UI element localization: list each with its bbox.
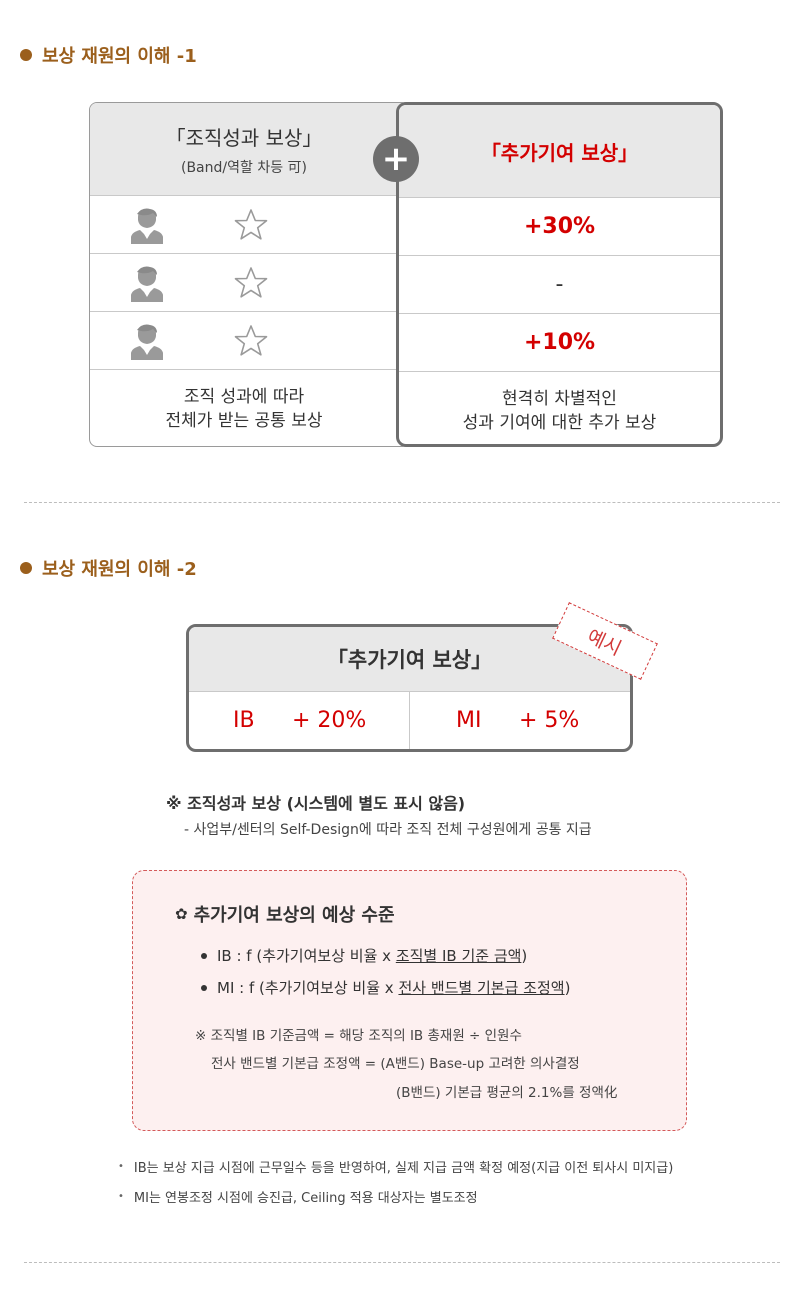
gear-icon: ✿ bbox=[175, 905, 188, 923]
section2-title-text: 보상 재원의 이해 -2 bbox=[42, 559, 197, 580]
org-performance-subtitle: (Band/역할 차등 可) bbox=[180, 159, 307, 176]
expected-level-box: ✿ 추가기여 보상의 예상 수준 IB : f (추가기여보상 비율 x 조직별… bbox=[132, 870, 687, 1131]
member-row bbox=[90, 196, 408, 254]
bottom-note: • IB는 보상 지급 시점에 근무일수 등을 반영하여, 실제 지급 금액 확… bbox=[118, 1157, 673, 1176]
additional-contribution-footer-line1: 현격히 차별적인 bbox=[502, 389, 617, 409]
bullet-dot-icon bbox=[20, 562, 32, 574]
mi-formula: MI : f (추가기여보상 비율 x 전사 밴드별 기본급 조정액 ) bbox=[201, 977, 570, 998]
ib-formula: IB : f (추가기여보상 비율 x 조직별 IB 기준 금액 ) bbox=[201, 945, 527, 966]
ib-cell: IB + 20% bbox=[189, 692, 410, 749]
mi-label: MI bbox=[456, 708, 482, 733]
contribution-rate-row: - bbox=[399, 256, 720, 314]
section1-comparison: 「조직성과 보상」 (Band/역할 차등 可) 조직 성과에 따라 전체가 받… bbox=[89, 102, 723, 447]
section2-title: 보상 재원의 이해 -2 bbox=[20, 555, 197, 581]
star-outline-icon bbox=[234, 209, 268, 240]
ib-formula-prefix: IB : f (추가기여보상 비율 x bbox=[217, 947, 396, 965]
bullet-dot-icon bbox=[20, 49, 32, 61]
mi-formula-prefix: MI : f (추가기여보상 비율 x bbox=[217, 979, 399, 997]
org-performance-header: 「조직성과 보상」 (Band/역할 차등 可) bbox=[90, 103, 408, 196]
ib-formula-base: 조직별 IB 기준 금액 bbox=[395, 947, 522, 965]
additional-contribution-box: 「추가기여 보상」 +30% - +10% 현격히 차별적인 성과 기여에 대한… bbox=[396, 102, 723, 447]
mi-formula-base: 전사 밴드별 기본급 조정액 bbox=[398, 979, 565, 997]
mi-cell: MI + 5% bbox=[410, 692, 630, 749]
bullet-dot-icon: • bbox=[118, 1191, 124, 1202]
expected-level-title-text: 추가기여 보상의 예상 수준 bbox=[193, 905, 395, 926]
org-performance-box: 「조직성과 보상」 (Band/역할 차등 可) 조직 성과에 따라 전체가 받… bbox=[89, 102, 409, 447]
bullet-dot-icon bbox=[201, 952, 207, 959]
plus-icon: + bbox=[373, 136, 419, 182]
band-adjustment-note-b: (B밴드) 기본급 평균의 2.1%를 정액化 bbox=[396, 1085, 618, 1101]
additional-contribution-header: 「추가기여 보상」 bbox=[399, 105, 720, 198]
additional-contribution-footer-line2: 성과 기여에 대한 추가 보상 bbox=[462, 413, 657, 433]
ib-value: + 20% bbox=[292, 708, 367, 733]
section-divider bbox=[24, 502, 780, 503]
band-adjustment-note-a: 전사 밴드별 기본급 조정액 = (A밴드) Base-up 고려한 의사결정 bbox=[211, 1056, 580, 1072]
star-outline-icon bbox=[234, 325, 268, 356]
org-reward-note-title: ※ 조직성과 보상 (시스템에 별도 표시 않음) bbox=[166, 794, 466, 813]
bottom-note-text: IB는 보상 지급 시점에 근무일수 등을 반영하여, 실제 지급 금액 확정 … bbox=[133, 1161, 674, 1176]
person-icon bbox=[131, 324, 163, 360]
org-performance-footer-line1: 조직 성과에 따라 bbox=[183, 387, 305, 407]
bullet-dot-icon: • bbox=[118, 1161, 124, 1172]
org-performance-footer: 조직 성과에 따라 전체가 받는 공통 보상 bbox=[90, 370, 408, 446]
expected-level-title: ✿ 추가기여 보상의 예상 수준 bbox=[175, 901, 395, 927]
member-row bbox=[90, 312, 408, 370]
section1-title: 보상 재원의 이해 -1 bbox=[20, 42, 197, 68]
ib-formula-suffix: ) bbox=[521, 946, 528, 965]
person-icon bbox=[131, 208, 163, 244]
mi-formula-suffix: ) bbox=[564, 978, 571, 997]
section-divider bbox=[24, 1262, 780, 1263]
bullet-dot-icon bbox=[201, 984, 207, 991]
bottom-note: • MI는 연봉조정 시점에 승진급, Ceiling 적용 대상자는 별도조정 bbox=[118, 1187, 478, 1206]
org-reward-note-sub: - 사업부/센터의 Self-Design에 따라 조직 전체 구성원에게 공통… bbox=[184, 822, 592, 838]
additional-contribution-footer: 현격히 차별적인 성과 기여에 대한 추가 보상 bbox=[399, 372, 720, 444]
section1-title-text: 보상 재원의 이해 -1 bbox=[42, 46, 197, 67]
ib-basis-note: ※ 조직별 IB 기준금액 = 해당 조직의 IB 총재원 ÷ 인원수 bbox=[195, 1028, 522, 1044]
ib-label: IB bbox=[233, 708, 255, 733]
org-performance-title: 「조직성과 보상」 bbox=[165, 125, 323, 150]
member-row bbox=[90, 254, 408, 312]
contribution-rate-row: +10% bbox=[399, 314, 720, 372]
bottom-note-text: MI는 연봉조정 시점에 승진급, Ceiling 적용 대상자는 별도조정 bbox=[133, 1191, 478, 1206]
person-icon bbox=[131, 266, 163, 302]
org-performance-footer-line2: 전체가 받는 공통 보상 bbox=[165, 411, 323, 431]
contribution-rate-row: +30% bbox=[399, 198, 720, 256]
star-outline-icon bbox=[234, 267, 268, 298]
mi-value: + 5% bbox=[519, 708, 580, 733]
